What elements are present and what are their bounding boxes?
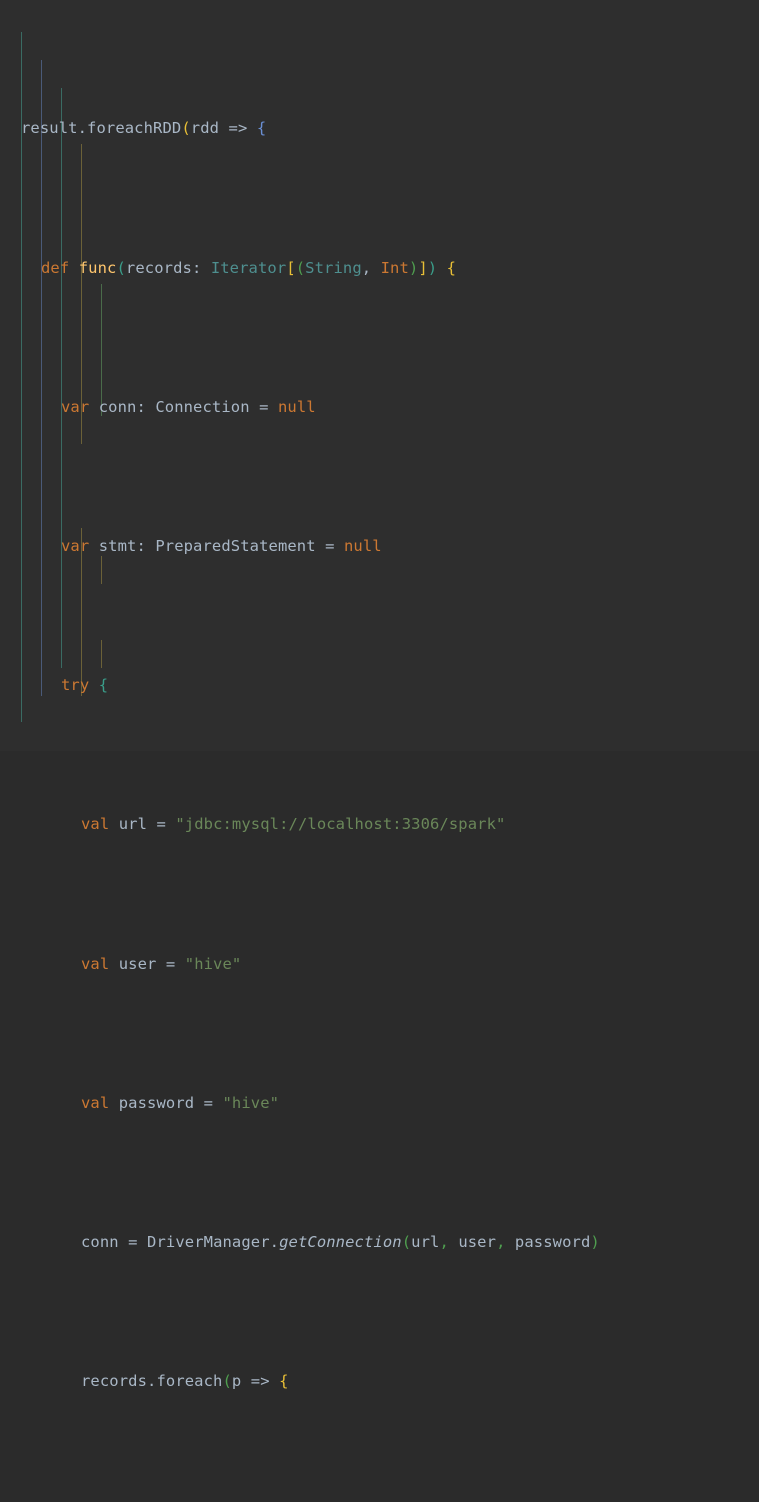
token-operator: = (315, 537, 344, 556)
token-keyword: null (277, 397, 316, 416)
token-identifier: DriverManager. (147, 1233, 280, 1252)
token-bracket: { (446, 258, 457, 277)
token-type: PreparedStatement (155, 537, 316, 556)
token-operator: = (156, 815, 176, 834)
token-identifier: p (231, 1372, 242, 1391)
code-line[interactable]: val password = "hive" (0, 1090, 759, 1118)
code-line[interactable]: try { (0, 672, 759, 700)
token-operator: = (165, 954, 185, 973)
token-operator: => (241, 1372, 280, 1391)
code-line[interactable]: records.foreach(p => { (0, 1368, 759, 1396)
code-line[interactable]: conn = DriverManager.getConnection(url, … (0, 1229, 759, 1257)
token-keyword: var (61, 537, 90, 556)
token-keyword: try (61, 676, 90, 695)
code-line[interactable]: var stmt: PreparedStatement = null (0, 533, 759, 561)
token-string: "hive" (184, 954, 242, 973)
token-identifier: rdd (190, 119, 220, 138)
token-bracket: ) (427, 258, 438, 277)
token-keyword: val (81, 1093, 110, 1112)
token-function-name: func (78, 258, 117, 277)
token-bracket: ) (408, 258, 419, 277)
token-string: "jdbc:mysql://localhost:3306/spark" (175, 815, 506, 834)
token-bracket: ] (418, 258, 428, 277)
token-bracket: { (98, 676, 109, 695)
token-punct: , (496, 1233, 506, 1252)
token-bracket: { (256, 119, 267, 138)
token-identifier: stmt: (89, 537, 156, 556)
token-operator: => (219, 119, 257, 138)
token-keyword: def (41, 258, 70, 277)
token-identifier: records.foreach (81, 1372, 223, 1391)
token-bracket: { (279, 1372, 289, 1391)
token-bracket: ( (181, 119, 191, 138)
token-identifier: url (411, 1233, 440, 1252)
code-line[interactable]: val url = "jdbc:mysql://localhost:3306/s… (0, 811, 759, 839)
token-identifier: conn (81, 1233, 129, 1252)
token-keyword: null (343, 537, 382, 556)
token-type: Int (380, 258, 409, 277)
code-line[interactable]: result.foreachRDD(rdd => { (0, 115, 759, 143)
token-identifier: conn: (89, 397, 156, 416)
token-type: Iterator (210, 258, 287, 277)
token-identifier: user (109, 954, 166, 973)
token-identifier: user (448, 1233, 497, 1252)
token-punct: , (439, 1233, 449, 1252)
token-identifier: records (125, 258, 192, 277)
token-bracket: ( (116, 258, 126, 277)
token-identifier: password (109, 1093, 204, 1112)
token-keyword: var (61, 397, 90, 416)
token-keyword: val (81, 954, 110, 973)
token-string: "hive" (222, 1093, 280, 1112)
token-static-method: getConnection (279, 1233, 402, 1252)
code-editor[interactable]: result.foreachRDD(rdd => { def func(reco… (0, 0, 759, 1390)
code-line[interactable]: def func(records: Iterator[(String, Int)… (0, 255, 759, 283)
token-operator: = (128, 1233, 148, 1252)
token-identifier: password (505, 1233, 591, 1252)
token-bracket: ( (401, 1233, 412, 1252)
token-bracket: ( (295, 258, 306, 277)
token-punct: , (361, 258, 381, 277)
code-content[interactable]: result.foreachRDD(rdd => { def func(reco… (0, 4, 759, 1502)
code-line[interactable]: val user = "hive" (0, 951, 759, 979)
token-type: Connection (155, 397, 250, 416)
token-identifier: result.foreachRDD (21, 119, 182, 138)
token-identifier: url (109, 815, 157, 834)
token-operator: = (203, 1093, 223, 1112)
token-bracket: [ (286, 258, 296, 277)
token-keyword: val (81, 815, 110, 834)
token-bracket: ( (222, 1372, 232, 1391)
token-punct: : (191, 258, 211, 277)
code-line[interactable]: var conn: Connection = null (0, 394, 759, 422)
token-bracket: ) (590, 1233, 600, 1252)
token-type: String (305, 258, 362, 277)
token-operator: = (249, 397, 278, 416)
